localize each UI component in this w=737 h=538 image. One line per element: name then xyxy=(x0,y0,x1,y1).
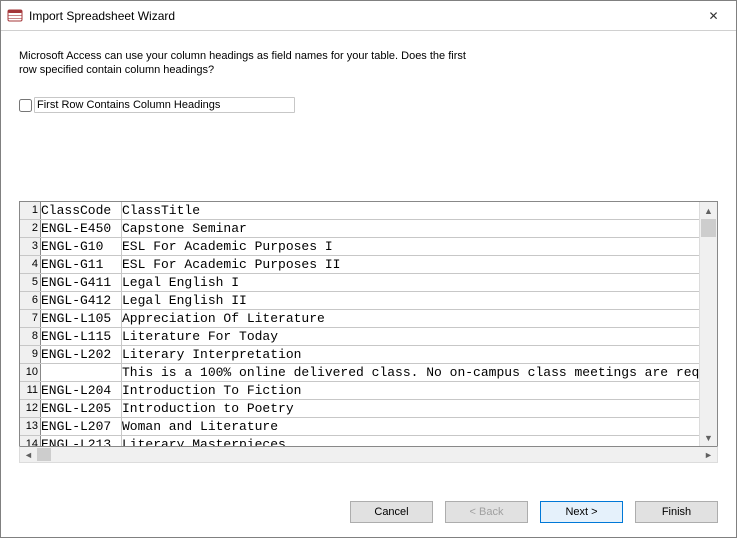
first-row-headings-option[interactable]: First Row Contains Column Headings xyxy=(19,97,718,113)
row-number[interactable]: 4 xyxy=(20,256,41,274)
row-number[interactable]: 6 xyxy=(20,292,41,310)
table-row: 9ENGL-L202Literary Interpretation xyxy=(20,346,699,364)
cell-classtitle: Woman and Literature xyxy=(122,418,700,436)
cell-classcode: ENGL-L115 xyxy=(41,328,122,346)
cell-classcode xyxy=(41,364,122,382)
first-row-headings-checkbox[interactable] xyxy=(19,99,32,112)
cell-classtitle: Capstone Seminar xyxy=(122,220,700,238)
table-row: 7ENGL-L105Appreciation Of Literature xyxy=(20,310,699,328)
row-number[interactable]: 3 xyxy=(20,238,41,256)
row-number[interactable]: 14 xyxy=(20,436,41,447)
table-row: 1ClassCodeClassTitle xyxy=(20,202,699,220)
row-number[interactable]: 12 xyxy=(20,400,41,418)
close-button[interactable]: ✕ xyxy=(691,1,736,30)
cell-classtitle: ClassTitle xyxy=(122,202,700,220)
window-title: Import Spreadsheet Wizard xyxy=(29,9,175,23)
cell-classcode: ENGL-G10 xyxy=(41,238,122,256)
vertical-scrollbar[interactable]: ▲ ▼ xyxy=(699,202,717,446)
vertical-scroll-thumb[interactable] xyxy=(701,219,716,237)
cell-classtitle: Literature For Today xyxy=(122,328,700,346)
table-row: 12ENGL-L205Introduction to Poetry xyxy=(20,400,699,418)
cell-classcode: ENGL-L205 xyxy=(41,400,122,418)
row-number[interactable]: 2 xyxy=(20,220,41,238)
scroll-up-icon[interactable]: ▲ xyxy=(700,202,717,219)
cell-classtitle: Introduction To Fiction xyxy=(122,382,700,400)
table-row: 8ENGL-L115Literature For Today xyxy=(20,328,699,346)
data-grid-wrapper: 1ClassCodeClassTitle2ENGL-E450Capstone S… xyxy=(19,201,718,447)
horizontal-scrollbar[interactable]: ◄ ► xyxy=(19,446,718,463)
data-grid-scroll[interactable]: 1ClassCodeClassTitle2ENGL-E450Capstone S… xyxy=(20,202,699,446)
data-grid: 1ClassCodeClassTitle2ENGL-E450Capstone S… xyxy=(20,202,699,446)
row-number[interactable]: 5 xyxy=(20,274,41,292)
finish-button[interactable]: Finish xyxy=(635,501,718,523)
cell-classcode: ENGL-G412 xyxy=(41,292,122,310)
cell-classtitle: Literary Interpretation xyxy=(122,346,700,364)
table-row: 13ENGL-L207Woman and Literature xyxy=(20,418,699,436)
table-row: 14ENGL-L213Literary Masterpieces xyxy=(20,436,699,447)
table-row: 10 This is a 100% online delivered class.… xyxy=(20,364,699,382)
cell-classtitle: This is a 100% online delivered class. N… xyxy=(122,364,700,382)
table-row: 6ENGL-G412Legal English II xyxy=(20,292,699,310)
cell-classtitle: ESL For Academic Purposes II xyxy=(122,256,700,274)
row-number[interactable]: 11 xyxy=(20,382,41,400)
cell-classcode: ENGL-L204 xyxy=(41,382,122,400)
cell-classcode: ENGL-G411 xyxy=(41,274,122,292)
cell-classcode: ENGL-L207 xyxy=(41,418,122,436)
data-preview: 1ClassCodeClassTitle2ENGL-E450Capstone S… xyxy=(19,201,718,487)
cell-classtitle: ESL For Academic Purposes I xyxy=(122,238,700,256)
titlebar: Import Spreadsheet Wizard ✕ xyxy=(1,1,736,31)
table-row: 11ENGL-L204Introduction To Fiction xyxy=(20,382,699,400)
scroll-down-icon[interactable]: ▼ xyxy=(700,429,717,446)
cell-classcode: ClassCode xyxy=(41,202,122,220)
next-button[interactable]: Next > xyxy=(540,501,623,523)
cell-classcode: ENGL-L202 xyxy=(41,346,122,364)
horizontal-scroll-thumb[interactable] xyxy=(37,448,51,461)
cell-classtitle: Legal English II xyxy=(122,292,700,310)
table-row: 2ENGL-E450Capstone Seminar xyxy=(20,220,699,238)
row-number[interactable]: 1 xyxy=(20,202,41,220)
intro-line1: Microsoft Access can use your column hea… xyxy=(19,50,466,62)
intro-line2: row specified contain column headings? xyxy=(19,64,214,76)
close-icon: ✕ xyxy=(708,9,718,23)
scroll-right-icon[interactable]: ► xyxy=(700,447,717,462)
row-number[interactable]: 10 xyxy=(20,364,41,382)
scroll-left-icon[interactable]: ◄ xyxy=(20,447,37,462)
content-area: Microsoft Access can use your column hea… xyxy=(1,31,736,487)
cancel-button[interactable]: Cancel xyxy=(350,501,433,523)
table-row: 3ENGL-G10ESL For Academic Purposes I xyxy=(20,238,699,256)
cell-classcode: ENGL-G11 xyxy=(41,256,122,274)
row-number[interactable]: 8 xyxy=(20,328,41,346)
cell-classcode: ENGL-L105 xyxy=(41,310,122,328)
intro-text: Microsoft Access can use your column hea… xyxy=(19,49,499,77)
access-app-icon xyxy=(7,8,23,24)
table-row: 5ENGL-G411Legal English I xyxy=(20,274,699,292)
first-row-headings-label: First Row Contains Column Headings xyxy=(34,97,295,113)
row-number[interactable]: 7 xyxy=(20,310,41,328)
cell-classcode: ENGL-L213 xyxy=(41,436,122,447)
row-number[interactable]: 9 xyxy=(20,346,41,364)
cell-classtitle: Introduction to Poetry xyxy=(122,400,700,418)
cell-classcode: ENGL-E450 xyxy=(41,220,122,238)
cell-classtitle: Literary Masterpieces xyxy=(122,436,700,447)
row-number[interactable]: 13 xyxy=(20,418,41,436)
wizard-window: Import Spreadsheet Wizard ✕ Microsoft Ac… xyxy=(0,0,737,538)
table-row: 4ENGL-G11ESL For Academic Purposes II xyxy=(20,256,699,274)
back-button[interactable]: < Back xyxy=(445,501,528,523)
cell-classtitle: Legal English I xyxy=(122,274,700,292)
cell-classtitle: Appreciation Of Literature xyxy=(122,310,700,328)
wizard-footer: Cancel < Back Next > Finish xyxy=(1,487,736,537)
